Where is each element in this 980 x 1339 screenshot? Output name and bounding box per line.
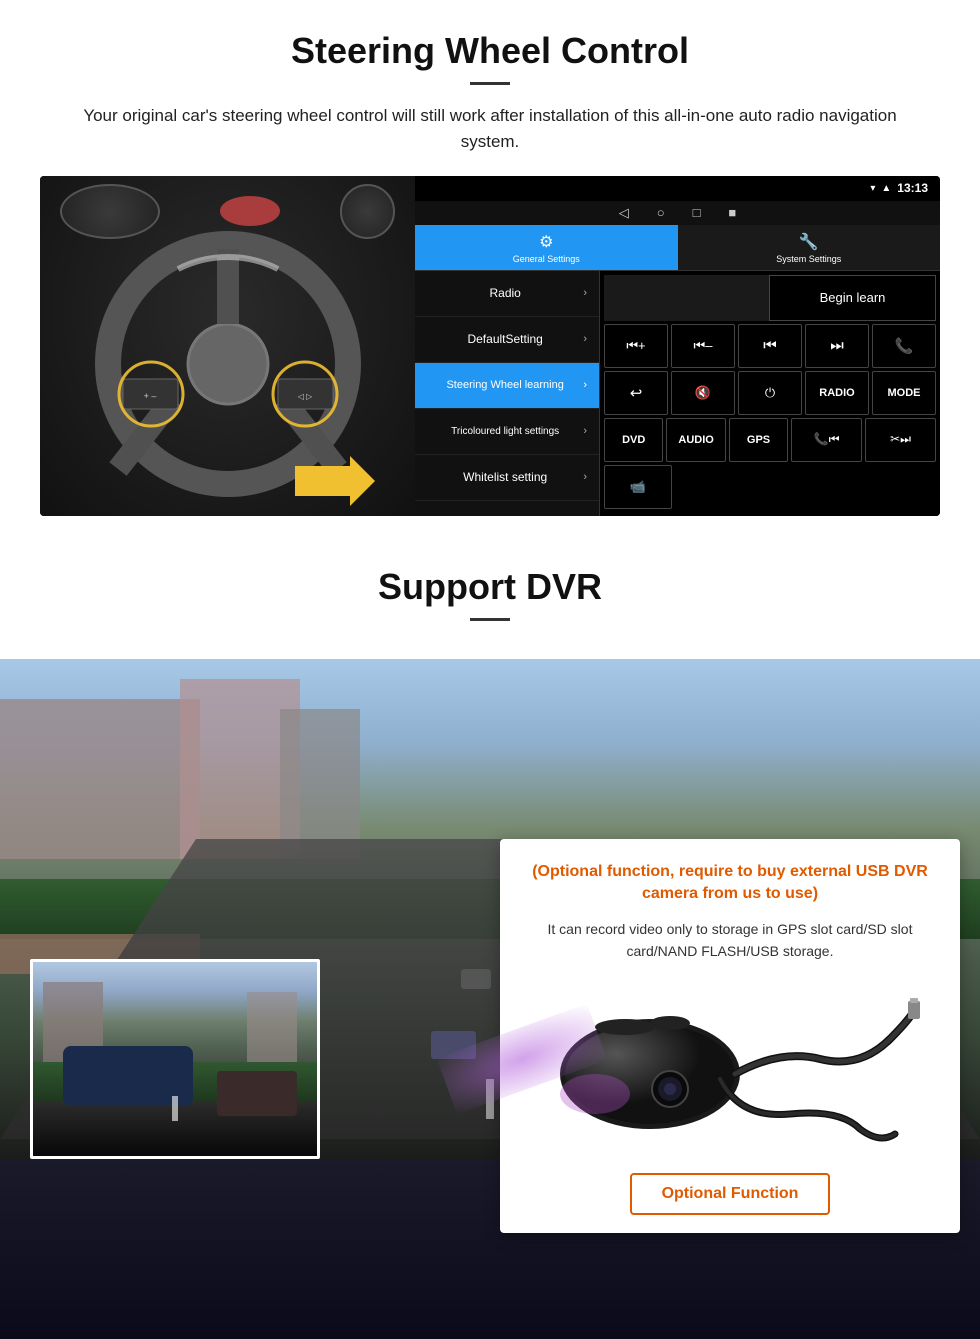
dvr-section: Support DVR xyxy=(0,536,980,1339)
power-button[interactable]: ⏻ xyxy=(738,371,802,415)
svg-text:◁ ▷: ◁ ▷ xyxy=(297,392,312,401)
mute-button[interactable]: 🔇 xyxy=(671,371,735,415)
steering-demo-area: + – ◁ ▷ ▾ xyxy=(40,176,940,516)
inset-building-2 xyxy=(247,992,297,1062)
phone-button[interactable]: 📞 xyxy=(872,324,936,368)
menu-item-tricoloured[interactable]: Tricoloured light settings › xyxy=(415,409,599,455)
ctrl-row-4: 📹 xyxy=(604,465,936,509)
next-track-button[interactable]: ⏭ xyxy=(805,324,869,368)
dvr-title: Support DVR xyxy=(40,566,940,608)
recents-nav-btn[interactable]: □ xyxy=(693,205,701,220)
dvr-camera-svg xyxy=(540,989,920,1149)
chevron-right-icon: › xyxy=(583,471,587,483)
begin-learn-button[interactable]: Begin learn xyxy=(769,275,936,321)
building-left xyxy=(0,699,200,859)
steering-wheel-photo: + – ◁ ▷ xyxy=(40,176,415,516)
menu-item-steering-wheel[interactable]: Steering Wheel learning › xyxy=(415,363,599,409)
page-title: Steering Wheel Control xyxy=(40,30,940,72)
steering-wheel-section: Steering Wheel Control Your original car… xyxy=(0,0,980,536)
phone-prev-button[interactable]: 📞⏮ xyxy=(791,418,862,462)
begin-learn-space xyxy=(604,275,769,321)
tab-system-settings[interactable]: 🔧 System Settings xyxy=(678,225,941,271)
dvr-inset-photo xyxy=(30,959,320,1159)
vol-up-button[interactable]: ⏮+ xyxy=(604,324,668,368)
settings-menu: Radio › DefaultSetting › Steering Wheel … xyxy=(415,271,600,516)
gps-button[interactable]: GPS xyxy=(729,418,788,462)
mode-button[interactable]: MODE xyxy=(872,371,936,415)
settings-tabs: ⚙ General Settings 🔧 System Settings xyxy=(415,225,940,271)
radio-button[interactable]: RADIO xyxy=(805,371,869,415)
inset-road-line xyxy=(172,1096,178,1121)
dvr-background: (Optional function, require to buy exter… xyxy=(0,659,980,1339)
dvr-camera-illustration xyxy=(522,979,938,1159)
status-time: 13:13 xyxy=(897,181,928,195)
svg-text:+ –: + – xyxy=(143,391,156,401)
begin-learn-row: Begin learn xyxy=(604,275,936,321)
prev-track-button[interactable]: ⏮ xyxy=(738,324,802,368)
chevron-right-icon: › xyxy=(583,425,587,437)
ctrl-row-3: DVD AUDIO GPS 📞⏮ ✂⏭ xyxy=(604,418,936,462)
nav-bar: ◁ ○ □ ■ xyxy=(415,201,940,226)
section-description: Your original car's steering wheel contr… xyxy=(60,103,920,154)
steering-wheel-ring-container: + – ◁ ▷ xyxy=(70,231,385,496)
status-bar: ▾ ▲ 13:13 xyxy=(415,176,940,201)
chevron-right-icon: › xyxy=(583,333,587,345)
home-nav-btn[interactable]: ○ xyxy=(657,205,665,220)
menu-item-whitelist[interactable]: Whitelist setting › xyxy=(415,455,599,501)
pointing-arrow xyxy=(295,456,375,506)
gauge-orange xyxy=(220,196,280,226)
ctrl-row-2: ↩ 🔇 ⏻ RADIO MODE xyxy=(604,371,936,415)
audio-button[interactable]: AUDIO xyxy=(666,418,725,462)
tab-general-settings[interactable]: ⚙ General Settings xyxy=(415,225,678,271)
vol-down-button[interactable]: ⏮– xyxy=(671,324,735,368)
controls-panel: Begin learn ⏮+ ⏮– ⏮ ⏭ 📞 ↩ 🔇 ⏻ xyxy=(600,271,940,516)
inset-road-scene xyxy=(33,962,317,1156)
android-panel: ▾ ▲ 13:13 ◁ ○ □ ■ ⚙ General Settings 🔧 S… xyxy=(415,176,940,516)
chevron-right-icon: › xyxy=(583,379,587,391)
ctrl-row-1: ⏮+ ⏮– ⏮ ⏭ 📞 xyxy=(604,324,936,368)
dvd-button[interactable]: DVD xyxy=(604,418,663,462)
dvr-rec-button[interactable]: 📹 xyxy=(604,465,672,509)
dvr-divider xyxy=(470,618,510,621)
chevron-right-icon: › xyxy=(583,287,587,299)
wifi-icon: ▾ xyxy=(870,183,875,194)
menu-nav-btn[interactable]: ■ xyxy=(728,205,736,220)
dvr-info-card: (Optional function, require to buy exter… xyxy=(500,839,960,1233)
cut-next-button[interactable]: ✂⏭ xyxy=(865,418,936,462)
back-button[interactable]: ↩ xyxy=(604,371,668,415)
signal-icon: ▲ xyxy=(881,183,891,194)
menu-item-defaultsetting[interactable]: DefaultSetting › xyxy=(415,317,599,363)
dvr-optional-note: (Optional function, require to buy exter… xyxy=(522,861,938,906)
dvr-description: It can record video only to storage in G… xyxy=(522,918,938,963)
system-icon: 🔧 xyxy=(799,232,819,252)
back-nav-btn[interactable]: ◁ xyxy=(619,205,629,221)
building-center xyxy=(280,709,360,859)
optional-button-container: Optional Function xyxy=(522,1173,938,1215)
inset-car-2 xyxy=(217,1071,297,1116)
menu-item-radio[interactable]: Radio › xyxy=(415,271,599,317)
dvr-title-area: Support DVR xyxy=(0,566,980,659)
optional-function-button[interactable]: Optional Function xyxy=(630,1173,831,1215)
settings-body: Radio › DefaultSetting › Steering Wheel … xyxy=(415,271,940,516)
title-divider xyxy=(470,82,510,85)
gear-icon: ⚙ xyxy=(539,232,553,252)
traffic-car-1 xyxy=(461,969,491,989)
